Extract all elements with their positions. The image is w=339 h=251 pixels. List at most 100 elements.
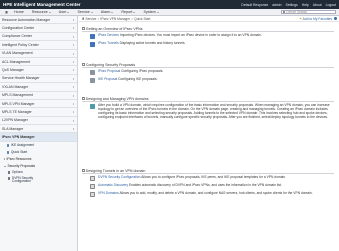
nav-report[interactable]: Report xyxy=(117,10,139,14)
home-icon[interactable] xyxy=(82,17,85,20)
breadcrumb-service[interactable]: Service xyxy=(85,17,96,21)
top-link-settings[interactable]: Settings xyxy=(286,3,298,7)
top-link-help[interactable]: Help xyxy=(302,3,309,7)
sidebar-item-sla[interactable]: SLA Manager xyxy=(0,125,77,134)
sidebar-leaf-dvpn-security[interactable]: DVPN Security Configuration xyxy=(0,176,77,186)
app-title: HPE Intelligent Management Center xyxy=(3,2,81,7)
document-icon xyxy=(90,192,95,197)
chevron-right-icon xyxy=(73,111,74,114)
link-ipsec-proposal[interactable]: IPsec Proposal xyxy=(98,69,120,73)
chevron-right-icon xyxy=(73,102,74,105)
top-links: Default Response admin Settings Help Abo… xyxy=(241,3,336,7)
chevron-right-icon xyxy=(73,44,74,47)
sidebar-sub-quick-start[interactable]: Quick Start xyxy=(0,149,77,156)
nav-alarm[interactable]: Alarm xyxy=(97,10,118,14)
home-icon[interactable] xyxy=(5,10,8,14)
dvpn-icon xyxy=(8,177,11,180)
link-ipsec-tunnels[interactable]: IPsec Tunnels xyxy=(98,41,119,45)
sidebar-item-qos[interactable]: QoS Manager xyxy=(0,66,77,75)
proposal-icon xyxy=(90,70,95,75)
collapse-icon[interactable]: − xyxy=(82,169,85,172)
top-link-logout[interactable]: Logout xyxy=(326,3,336,7)
nav-resource[interactable]: Resource xyxy=(28,10,55,14)
divider xyxy=(82,173,334,174)
collapse-icon[interactable]: − xyxy=(82,27,85,30)
expand-icon xyxy=(4,158,5,161)
options-icon xyxy=(8,171,11,174)
section-tunnels: − Designing Tunnels in an VPN domain DVPN… xyxy=(82,168,334,200)
divider xyxy=(82,31,334,32)
chevron-right-icon xyxy=(73,128,74,131)
proposal-icon xyxy=(90,78,95,83)
divider xyxy=(82,101,334,102)
sidebar-group-security-proposals[interactable]: Security Proposals xyxy=(0,163,77,170)
link-ipsec-devices[interactable]: IPsec Devices xyxy=(98,33,119,37)
sidebar-item-acl[interactable]: ACL Management xyxy=(0,58,77,67)
breadcrumb-separator: > xyxy=(131,16,134,21)
chevron-down-icon xyxy=(67,11,70,13)
nav-home[interactable]: Home xyxy=(10,10,28,14)
chevron-right-icon xyxy=(73,77,74,80)
link-automatic-discovery[interactable]: Automatic Discovery xyxy=(98,183,128,187)
entry-ike-proposal: IKE Proposal Configuring IKE proposals. xyxy=(82,77,334,83)
link-ike-proposal[interactable]: IKE Proposal xyxy=(98,77,117,81)
sidebar-item-resource-automation[interactable]: Resource Automation Manager xyxy=(0,16,77,25)
device-search-input[interactable]: Device Search xyxy=(281,9,336,15)
main-nav: Home Resource User Service Alarm Report … xyxy=(0,9,339,16)
section-vpn-domains: − Designing and Managing VPN domains Afte… xyxy=(82,96,334,123)
entry-auto-discovery: Automatic Discovery Enables automatic di… xyxy=(82,183,334,189)
chevron-right-icon xyxy=(73,86,74,89)
document-icon xyxy=(90,184,95,189)
chevron-down-icon xyxy=(90,11,93,13)
link-vpn-domains[interactable]: VPN Domains xyxy=(98,191,119,195)
sidebar-item-mpls-vpn[interactable]: MPLS VPN Manager xyxy=(0,100,77,109)
section-security-proposals: − Configuring Security Proposals IPsec Pr… xyxy=(82,62,334,86)
chevron-right-icon xyxy=(73,69,74,72)
sidebar-item-vxlan[interactable]: VXLAN Manager xyxy=(0,83,77,92)
top-link-admin[interactable]: admin xyxy=(272,3,281,7)
collapse-icon[interactable]: − xyxy=(82,63,85,66)
sidebar-sub-ike-assignment[interactable]: IKE Assignment xyxy=(0,142,77,149)
link-dvpn-security[interactable]: DVPN Security Configuration xyxy=(98,175,141,179)
search-icon xyxy=(283,10,286,14)
chevron-right-icon xyxy=(73,60,74,63)
sidebar-item-service-health[interactable]: Service Health Manager xyxy=(0,75,77,84)
entry-ipsec-tunnels: IPsec Tunnels Displaying active tunnels … xyxy=(82,41,334,47)
chevron-right-icon xyxy=(73,94,74,97)
sidebar-group-ipsec-resources[interactable]: IPsec Resources xyxy=(0,156,77,163)
breadcrumb-ipsec-vpn[interactable]: IPsec VPN Manager xyxy=(100,17,130,21)
document-icon xyxy=(90,176,95,181)
entry-ipsec-proposal: IPsec Proposal Configuring IPsec proposa… xyxy=(82,69,334,75)
title-bar: HPE Intelligent Management Center Defaul… xyxy=(0,0,339,9)
collapse-icon[interactable]: − xyxy=(82,97,85,100)
main-content: Service > IPsec VPN Manager > Quick Star… xyxy=(79,16,339,251)
chevron-down-icon xyxy=(156,11,159,13)
add-to-favorites-link[interactable]: Add to My Favorites xyxy=(299,17,332,21)
nav-service[interactable]: Service xyxy=(73,10,96,14)
entry-dvpn-security: DVPN Security Configuration Allows you t… xyxy=(82,175,334,181)
domain-icon xyxy=(90,104,95,109)
sidebar-item-vlan[interactable]: VLAN Management xyxy=(0,50,77,58)
sidebar-item-compliance-center[interactable]: Compliance Center xyxy=(0,33,77,42)
entry-vpn-domains: VPN Domains Allows you to add, modify, a… xyxy=(82,191,334,197)
sidebar-item-ipsec-vpn[interactable]: IPsec VPN Manager xyxy=(0,133,77,142)
help-icon[interactable] xyxy=(334,17,337,20)
nav-user[interactable]: User xyxy=(55,10,74,14)
entry-ipsec-devices: IPsec Devices Importing IPsec devices. Y… xyxy=(82,33,334,39)
sidebar-item-mpls[interactable]: MPLS Management xyxy=(0,92,77,100)
tunnel-icon xyxy=(90,42,95,47)
chevron-right-icon xyxy=(73,119,74,122)
sidebar-item-l2vpn[interactable]: L2VPN Manager xyxy=(0,117,77,126)
sidebar-item-configuration-center[interactable]: Configuration Center xyxy=(0,24,77,33)
chevron-right-icon xyxy=(73,27,74,30)
quick-start-icon xyxy=(7,151,10,154)
chevron-right-icon xyxy=(73,35,74,38)
top-link-about[interactable]: About xyxy=(313,3,322,7)
nav-system[interactable]: System xyxy=(139,10,162,14)
sidebar-item-mpls-te[interactable]: MPLS TE Manager xyxy=(0,108,77,117)
top-link-default-response[interactable]: Default Response xyxy=(241,3,268,7)
chevron-down-icon xyxy=(133,11,136,13)
sidebar-item-intelligent-policy[interactable]: Intelligent Policy Center xyxy=(0,41,77,50)
vpn-domain-description: After you build a VPN domain, which requ… xyxy=(98,103,330,119)
chevron-down-icon xyxy=(111,11,114,13)
